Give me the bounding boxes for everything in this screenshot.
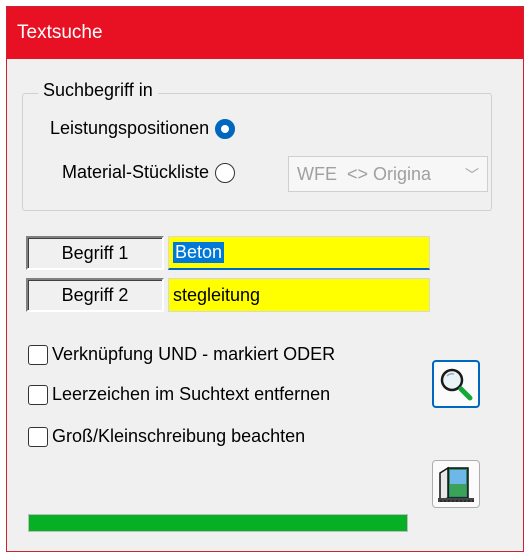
checkbox-leerzeichen-label: Leerzeichen im Suchtext entfernen (52, 384, 331, 404)
material-combo[interactable]: WFE <> Origina ﹀ (288, 156, 488, 192)
term-2-value: stegleitung (173, 284, 261, 305)
term-2-label-button[interactable]: Begriff 2 (26, 278, 164, 312)
search-scope-legend: Suchbegriff in (38, 80, 158, 101)
term-2-input[interactable]: stegleitung (168, 278, 430, 312)
radio-leistungspositionen-label: Leistungspositionen (50, 118, 210, 138)
radio-material-stueckliste-label: Material-Stückliste (62, 162, 210, 182)
checkbox-verknuepfung[interactable]: Verknüpfung UND - markiert ODER (28, 344, 335, 365)
checkbox-leerzeichen[interactable]: Leerzeichen im Suchtext entfernen (28, 384, 330, 405)
search-button[interactable] (432, 360, 480, 408)
search-scope-group (22, 93, 492, 211)
chevron-down-icon: ﹀ (465, 167, 479, 183)
term-2-label: Begriff 2 (61, 284, 129, 305)
term-1-label: Begriff 1 (61, 242, 129, 263)
progress-bar (28, 514, 408, 532)
progress-fill (29, 515, 407, 531)
checkbox-verknuepfung-label: Verknüpfung UND - markiert ODER (52, 344, 336, 364)
checkbox-verknuepfung-box[interactable] (28, 344, 48, 365)
radio-leistungspositionen-button[interactable] (215, 118, 236, 139)
magnifier-icon (440, 368, 473, 401)
checkbox-gross-klein-label: Groß/Kleinschreibung beachten (52, 426, 306, 446)
radio-leistungspositionen[interactable]: Leistungspositionen (50, 118, 236, 139)
checkbox-gross-klein[interactable]: Groß/Kleinschreibung beachten (28, 426, 305, 447)
exit-button[interactable] (432, 460, 480, 508)
material-combo-value: WFE <> Origina (297, 163, 432, 184)
term-1-input[interactable]: Beton (168, 236, 430, 270)
term-1-value: Beton (173, 242, 225, 263)
term-1-label-button[interactable]: Begriff 1 (26, 236, 164, 270)
radio-material-stueckliste[interactable]: Material-Stückliste (62, 162, 236, 183)
radio-material-stueckliste-button[interactable] (215, 162, 236, 183)
checkbox-leerzeichen-box[interactable] (28, 384, 48, 405)
exit-door-icon (438, 466, 474, 503)
window-title: Textsuche (17, 22, 103, 43)
checkbox-gross-klein-box[interactable] (28, 426, 48, 447)
title-bar[interactable]: Textsuche (7, 7, 523, 59)
